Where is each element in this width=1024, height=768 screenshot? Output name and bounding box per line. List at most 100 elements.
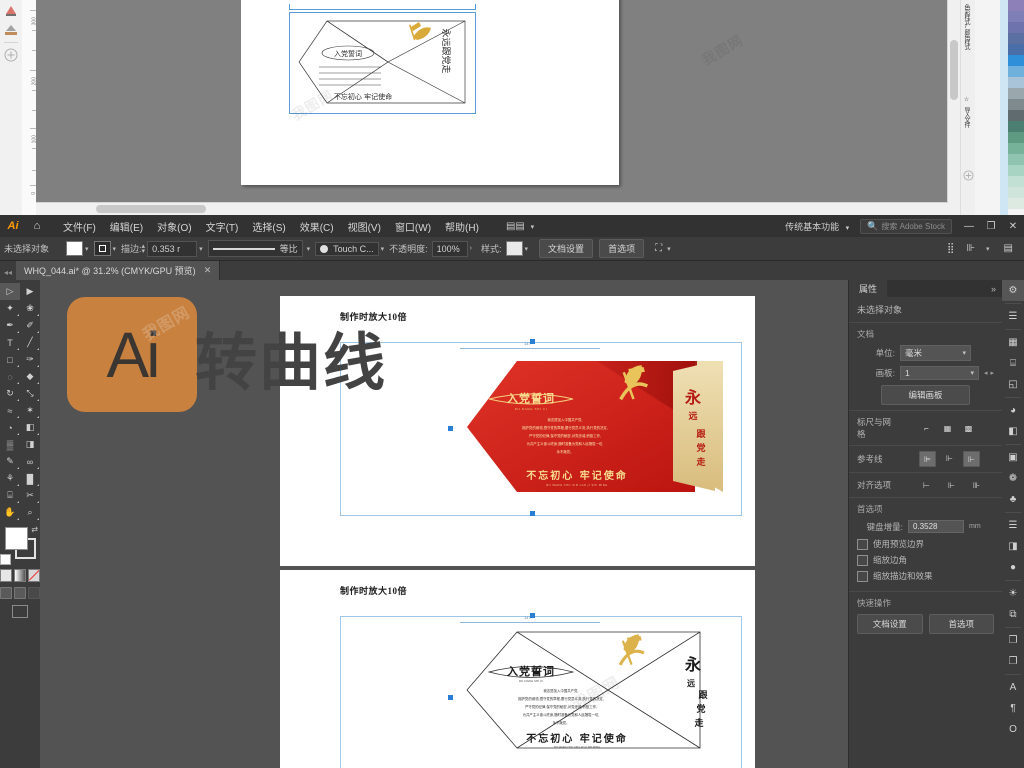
artboard-2[interactable]: 制作时放大10倍 147 入党誓词 RU DANG SHI CI 我志愿加入中国… — [280, 570, 755, 768]
menu-select[interactable]: 选择(S) — [245, 217, 292, 236]
rectangle-tool[interactable]: □ — [0, 351, 20, 368]
dock-label-colorstyles[interactable]: 色彩样式/颜色样式 — [962, 4, 970, 49]
chevron-down-icon[interactable]: ▾ — [525, 245, 529, 253]
minimize-button[interactable]: — — [958, 221, 980, 232]
smart-guides-icon[interactable]: ⊩ — [963, 451, 980, 467]
show-transparency-grid-icon[interactable]: ▩ — [961, 421, 976, 435]
slice-tool[interactable]: ✂ — [20, 487, 40, 504]
checkbox-box[interactable] — [857, 538, 868, 550]
document-setup-button[interactable]: 文档设置 — [539, 239, 594, 258]
menu-view[interactable]: 视图(V) — [341, 217, 388, 236]
chevron-down-icon[interactable]: ▾ — [381, 245, 385, 253]
scale-corners-checkbox[interactable]: 缩放边角 — [857, 554, 994, 566]
document-canvas[interactable]: 制作时放大10倍 147 入党誓词 RU DANG SHI CI 我志愿加入中国… — [40, 280, 849, 768]
show-guides-icon[interactable]: ⊫ — [919, 451, 936, 467]
curvature-tool[interactable]: ✐ — [20, 317, 40, 334]
align-panel-icon[interactable]: ⌸ — [1002, 353, 1024, 374]
character-panel-icon[interactable]: A — [1002, 677, 1024, 698]
default-fill-stroke-icon[interactable] — [0, 554, 11, 565]
menu-edit[interactable]: 编辑(E) — [103, 217, 150, 236]
artboard-nav[interactable]: ◂ ▸ — [984, 369, 994, 377]
arrange-documents-button[interactable]: ▤▤ ▾ — [500, 219, 540, 234]
paragraph-panel-icon[interactable]: ¶ — [1002, 698, 1024, 719]
eraser-tool[interactable]: ◆ — [20, 368, 40, 385]
chevron-down-icon[interactable]: ▾ — [113, 245, 117, 253]
checkbox-box[interactable] — [857, 570, 868, 582]
layers-panel-icon[interactable]: ☰ — [1002, 306, 1024, 327]
quick-document-setup-button[interactable]: 文档设置 — [857, 614, 923, 634]
chevron-down-icon[interactable]: ▾ — [199, 245, 203, 253]
scrollbar-thumb[interactable] — [96, 205, 206, 213]
artboard-select[interactable]: 1 ▾ — [900, 366, 979, 380]
shape-builder-tool[interactable]: ◔ — [0, 419, 20, 436]
pathfinder-panel-icon[interactable]: ◱ — [1002, 374, 1024, 395]
menu-type[interactable]: 文字(T) — [199, 217, 246, 236]
vertical-scrollbar[interactable] — [947, 0, 960, 203]
panel-menu-icon[interactable]: ▤ — [1001, 243, 1016, 254]
stroke-panel-icon[interactable]: ☰ — [1002, 515, 1024, 536]
fill-stroke-control[interactable]: ⇄ — [0, 525, 40, 565]
paintbrush-tool[interactable]: ✑ — [20, 351, 40, 368]
stock-search-box[interactable]: 🔍 搜索 Adobe Stock — [860, 218, 952, 234]
selection-tool[interactable]: ▷ — [0, 283, 20, 300]
color-palette[interactable] — [1008, 0, 1024, 215]
pen-tool[interactable]: ✒ — [0, 317, 20, 334]
graphic-style-swatch[interactable] — [505, 241, 523, 256]
add-dock-icon[interactable] — [963, 168, 974, 186]
prev-artboard-icon[interactable]: ◂ — [984, 369, 988, 377]
line-segment-tool[interactable]: ╱ — [20, 334, 40, 351]
zoom-tool[interactable]: ⌕ — [20, 504, 40, 521]
none-mode-icon[interactable] — [28, 569, 40, 582]
change-screen-mode-icon[interactable] — [12, 605, 28, 618]
gradient-panel-icon[interactable]: ◧ — [1002, 421, 1024, 442]
draw-inside-icon[interactable] — [28, 587, 40, 599]
scale-strokes-effects-checkbox[interactable]: 缩放描边和效果 — [857, 570, 994, 582]
maximize-button[interactable]: ❐ — [980, 221, 1002, 232]
menu-window[interactable]: 窗口(W) — [388, 217, 438, 236]
color-mode-icon[interactable] — [0, 569, 12, 582]
eyedropper-tool[interactable]: ✎ — [0, 453, 20, 470]
edit-artboards-button[interactable]: 编辑画板 — [881, 385, 970, 405]
libraries-panel-icon[interactable]: ▦ — [1002, 332, 1024, 353]
appearance-panel-icon[interactable]: ● — [1002, 557, 1024, 578]
snap-to-point-icon[interactable]: ⊢ — [919, 478, 934, 492]
artboard-tool[interactable]: ⌸ — [0, 487, 20, 504]
lock-guides-icon[interactable]: ⊩ — [942, 451, 957, 465]
quick-preferences-button[interactable]: 首选项 — [928, 614, 994, 634]
properties-panel-icon[interactable]: ⚙ — [1002, 280, 1024, 301]
top-window-canvas[interactable]: 入党誓词 不忘初心 牢记使命 永远跟党走 — [36, 0, 960, 215]
tabbar-grip[interactable]: ◂◂ — [0, 268, 16, 280]
shape-tool-icon[interactable] — [3, 3, 19, 19]
transform-panel-icon[interactable]: ⧉ — [1002, 604, 1024, 625]
stroke-weight-input[interactable]: 0.353 r — [147, 240, 198, 257]
arrange-grid-icon[interactable]: ⣿ — [944, 243, 957, 254]
unit-select[interactable]: 毫米 ▾ — [900, 345, 971, 361]
perspective-grid-tool[interactable]: ◧ — [20, 419, 40, 436]
gradient-mode-icon[interactable] — [14, 569, 26, 582]
home-icon[interactable]: ⌂ — [26, 220, 48, 232]
stroke-stepper[interactable]: ▴ ▾ — [142, 243, 146, 255]
graphic-styles-panel-icon[interactable]: ☀ — [1002, 583, 1024, 604]
chevron-down-icon[interactable]: ▾ — [986, 245, 990, 253]
show-grid-icon[interactable]: ▦ — [940, 421, 955, 435]
symbol-sprayer-tool[interactable]: ⚘ — [0, 470, 20, 487]
opacity-input[interactable]: 100% — [431, 240, 468, 257]
direct-selection-tool[interactable]: ▶ — [20, 283, 40, 300]
artboards-panel-icon[interactable]: ❐ — [1002, 630, 1024, 651]
free-transform-tool[interactable]: ✶ — [20, 402, 40, 419]
transform-icon[interactable]: ⛶ — [652, 243, 665, 254]
stroke-profile-select[interactable]: 等比 — [207, 240, 303, 257]
keyboard-increment-input[interactable]: 0.3528 — [908, 520, 964, 533]
show-rulers-icon[interactable]: ⌐ — [919, 421, 934, 435]
scrollbar-thumb[interactable] — [950, 40, 958, 100]
dock-label-import[interactable]: ☆ 导入文件 — [962, 96, 970, 127]
draw-normal-icon[interactable] — [0, 587, 12, 599]
menu-file[interactable]: 文件(F) — [56, 217, 103, 236]
opentype-panel-icon[interactable]: O — [1002, 719, 1024, 740]
draw-behind-icon[interactable] — [14, 587, 26, 599]
brush-select[interactable]: Touch C... — [315, 241, 379, 256]
stroke-color-swatch[interactable] — [93, 241, 111, 256]
fill-tool-icon[interactable] — [3, 22, 19, 38]
type-tool[interactable]: T — [0, 334, 20, 351]
chevron-down-icon[interactable]: ▾ — [85, 245, 89, 253]
